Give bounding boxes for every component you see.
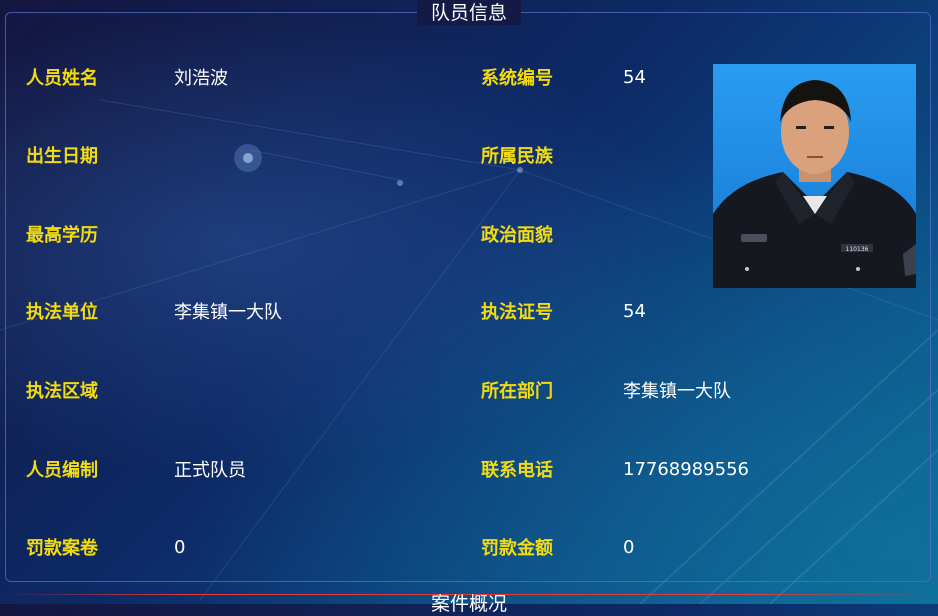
field-label: 所在部门 — [481, 381, 553, 402]
field-value: 0 — [623, 536, 635, 558]
field-label: 罚款金额 — [481, 538, 553, 559]
field-label: 执法证号 — [481, 302, 553, 323]
field-row-unit: 执法单位 李集镇一大队 — [26, 296, 282, 326]
field-row-fine-amount: 罚款金额 0 — [481, 532, 634, 562]
field-row-ethnicity: 所属民族 — [481, 140, 623, 170]
field-value: 54 — [623, 66, 646, 88]
panel-header: 队员信息 — [0, 0, 938, 25]
field-label: 人员姓名 — [26, 68, 98, 89]
panel-title: 队员信息 — [416, 0, 521, 25]
field-row-political-status: 政治面貌 — [481, 219, 623, 249]
field-row-fine-cases: 罚款案卷 0 — [26, 532, 185, 562]
field-row-department: 所在部门 李集镇一大队 — [481, 375, 731, 405]
field-label: 执法区域 — [26, 381, 98, 402]
uniform-badge-number: 110136 — [846, 246, 869, 253]
field-label: 人员编制 — [26, 460, 98, 481]
field-value: 李集镇一大队 — [174, 302, 282, 323]
field-row-education: 最高学历 — [26, 219, 174, 249]
field-row-birthdate: 出生日期 — [26, 140, 174, 170]
field-row-area: 执法区域 — [26, 375, 174, 405]
field-row-system-id: 系统编号 54 — [481, 62, 646, 92]
field-row-phone: 联系电话 17768989556 — [481, 454, 749, 484]
field-value: 正式队员 — [174, 460, 246, 481]
member-photo-image: 110136 — [713, 64, 916, 288]
field-label: 系统编号 — [481, 68, 553, 89]
field-label: 所属民族 — [481, 146, 553, 167]
member-photo: 110136 — [713, 64, 916, 288]
field-row-license-no: 执法证号 54 — [481, 296, 646, 326]
field-label: 政治面貌 — [481, 225, 553, 246]
field-row-name: 人员姓名 刘浩波 — [26, 62, 228, 92]
field-value: 0 — [174, 536, 186, 558]
field-value: 刘浩波 — [174, 68, 228, 89]
field-value: 李集镇一大队 — [623, 381, 731, 402]
field-value: 17768989556 — [623, 458, 749, 480]
field-label: 出生日期 — [26, 146, 98, 167]
next-section-title: 案件概况 — [430, 593, 507, 615]
field-label: 罚款案卷 — [26, 538, 98, 559]
field-value: 54 — [623, 300, 646, 322]
field-label: 联系电话 — [481, 460, 553, 481]
field-row-staffing: 人员编制 正式队员 — [26, 454, 246, 484]
field-label: 执法单位 — [26, 302, 98, 323]
field-label: 最高学历 — [26, 225, 98, 246]
